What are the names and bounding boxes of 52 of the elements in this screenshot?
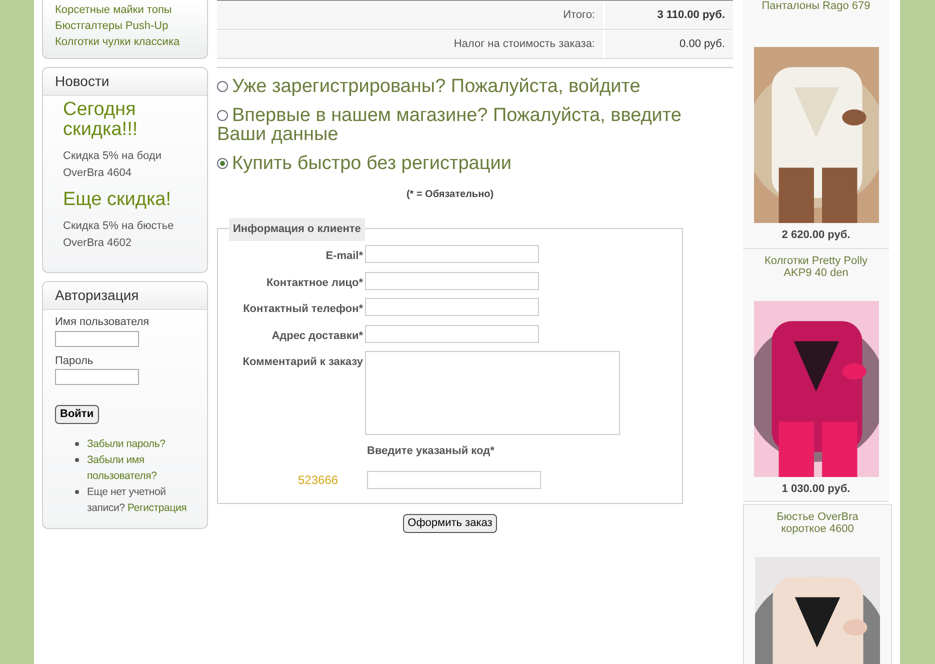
field-label: Контактное лицо* — [265, 276, 364, 290]
comment-field[interactable] — [365, 351, 620, 435]
checkout-option[interactable]: Купить быстро без регистрации — [217, 154, 733, 173]
account-link[interactable]: Забыли имя пользователя? — [87, 452, 195, 484]
text-field[interactable] — [365, 324, 539, 342]
menu-link[interactable]: Бюстгалтеры Push-Up — [55, 18, 195, 34]
text-field[interactable] — [365, 245, 539, 263]
submit-order-button[interactable]: Оформить заказ — [402, 514, 498, 532]
menu-link[interactable]: Корсетные майки топы — [55, 2, 195, 18]
form-legend: Информация о клиенте — [229, 218, 365, 240]
news-headline: Еще скидка! — [63, 190, 172, 210]
password-field[interactable] — [55, 369, 139, 385]
field-label: Адрес доставки* — [270, 328, 364, 344]
product-price: 1 030.00 руб. — [782, 482, 850, 496]
field-label: E-mail* — [324, 249, 364, 264]
news-text: Скидка 5% на боди OverBra 4604 — [63, 149, 162, 181]
radio-button[interactable] — [217, 110, 228, 122]
username-field[interactable] — [55, 330, 139, 346]
panel-title: Новости — [43, 68, 207, 96]
total-value: 3 110.00 руб. — [605, 2, 733, 29]
register-link[interactable]: Регистрация — [127, 502, 187, 514]
product-price: 2 620.00 руб. — [782, 228, 850, 243]
checkout-option[interactable]: Уже зарегистрированы? Пожалуйста, войдите — [217, 77, 733, 96]
captcha-label: Введите указаный код* — [367, 444, 496, 459]
panel-title: Авторизация — [43, 282, 207, 310]
bullet-icon — [75, 442, 79, 446]
captcha-code: 523666 — [298, 472, 338, 486]
signup-text: Еще нет учетной записи? Регистрация — [87, 484, 188, 516]
menu-link[interactable]: Колготки чулки классика — [55, 34, 195, 50]
product-title[interactable]: Бюстье OverBra короткое 4600 — [744, 511, 891, 535]
required-note: (* = Обязательно) — [405, 188, 495, 202]
text-field[interactable] — [365, 298, 539, 316]
bullet-icon — [75, 490, 79, 494]
text-field[interactable] — [365, 272, 539, 290]
bullet-icon — [75, 458, 79, 462]
radio-button[interactable] — [217, 81, 228, 92]
total-label: Налог на стоимость заказа: — [217, 31, 603, 58]
login-button[interactable]: Войти — [55, 405, 99, 424]
product-title[interactable]: Колготки Pretty Polly AKP9 40 den — [743, 254, 889, 278]
total-label: Итого: — [217, 2, 603, 29]
field-label: Пароль — [55, 354, 94, 368]
news-text: Скидка 5% на бюстье OverBra 4602 — [63, 219, 175, 251]
account-link[interactable]: Забыли пароль? — [87, 436, 166, 452]
field-label: Контактный телефон* — [242, 302, 364, 317]
checkout-option[interactable]: Впервые в нашем магазине? Пожалуйста, введите Ваши данные — [217, 106, 733, 144]
captcha-field[interactable] — [367, 470, 541, 488]
news-headline: Сегодня скидка!!! — [63, 100, 139, 140]
field-label: Имя пользователя — [55, 315, 150, 330]
total-value: 0.00 руб. — [605, 31, 733, 58]
product-title[interactable]: Панталоны Rago 679 — [746, 0, 886, 12]
radio-button[interactable] — [217, 158, 228, 170]
field-label: Комментарий к заказу — [242, 355, 364, 370]
